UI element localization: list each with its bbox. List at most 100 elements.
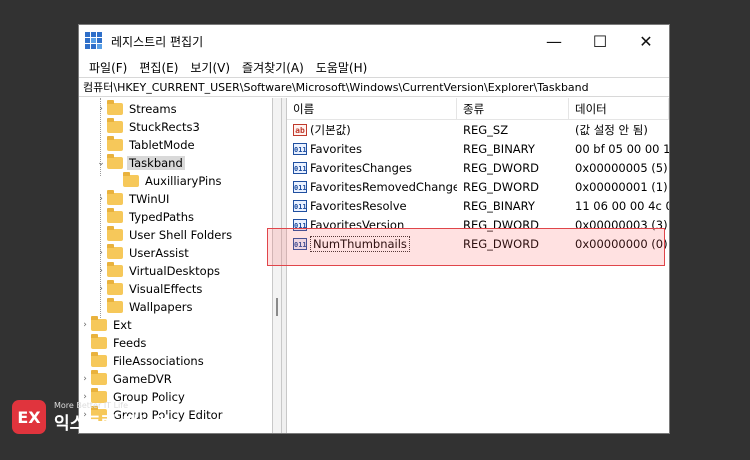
menu-edit[interactable]: 편집(E) — [133, 59, 184, 76]
value-name: FavoritesResolve — [310, 198, 407, 213]
scrollbar-thumb[interactable] — [276, 298, 278, 316]
tree-item-stuckrects3[interactable]: StuckRects3 — [95, 118, 202, 136]
value-name-cell: 011 Favorites — [287, 142, 457, 156]
chevron-right-icon[interactable]: › — [79, 320, 91, 330]
value-data: 00 bf 05 00 00 14 — [575, 141, 669, 156]
tree-item-user-shell-folders[interactable]: User Shell Folders — [95, 226, 234, 244]
folder-icon — [123, 172, 139, 187]
value-row[interactable]: 011 FavoritesChanges REG_DWORD 0x00000005… — [287, 158, 669, 177]
value-name: FavoritesRemovedChanges — [310, 179, 457, 194]
chevron-down-icon[interactable]: ⌄ — [95, 158, 107, 168]
tree-item-wallpapers[interactable]: Wallpapers — [95, 298, 195, 316]
folder-icon — [91, 352, 107, 367]
menu-favorites[interactable]: 즐겨찾기(A) — [236, 59, 310, 76]
tree-item-feeds[interactable]: Feeds — [79, 334, 148, 352]
tree-item-visualeffects[interactable]: › VisualEffects — [95, 280, 204, 298]
value-data: 11 06 00 00 4c 00 — [575, 198, 669, 213]
folder-icon — [107, 190, 123, 205]
value-name: Favorites — [310, 141, 362, 156]
menu-file[interactable]: 파일(F) — [83, 59, 133, 76]
tree-item-label: Taskband — [127, 156, 185, 170]
tree-item-taskband[interactable]: ⌄ Taskband — [95, 154, 185, 172]
binary-value-icon: 011 — [293, 142, 307, 155]
column-header-type[interactable]: 종류 — [457, 98, 569, 119]
folder-icon — [107, 118, 123, 133]
value-type: REG_SZ — [463, 122, 509, 137]
folder-icon — [91, 316, 107, 331]
close-button[interactable]: ✕ — [623, 25, 669, 57]
tree-item-label: VirtualDesktops — [129, 264, 220, 278]
tree-item-streams[interactable]: › Streams — [95, 100, 179, 118]
chevron-right-icon[interactable]: › — [95, 284, 107, 294]
tree-item-label: TabletMode — [129, 138, 195, 152]
tree-item-ext[interactable]: › Ext — [79, 316, 134, 334]
menu-help[interactable]: 도움말(H) — [310, 59, 374, 76]
tree-item-tabletmode[interactable]: TabletMode — [95, 136, 197, 154]
logo-mark: EX — [12, 400, 46, 434]
value-data: 0x00000001 (1) — [575, 179, 668, 194]
value-type: REG_DWORD — [463, 179, 540, 194]
tree-item-label: User Shell Folders — [129, 228, 233, 242]
tree-item-label: VisualEffects — [129, 282, 203, 296]
title-bar: 레지스트리 편집기 — ☐ ✕ — [79, 25, 669, 57]
highlight-box — [267, 228, 665, 266]
menu-bar: 파일(F) 편집(E) 보기(V) 즐겨찾기(A) 도움말(H) — [79, 57, 669, 77]
tree-item-auxilliarypins[interactable]: AuxilliaryPins — [111, 172, 223, 190]
column-header-data[interactable]: 데이터 — [569, 98, 669, 119]
value-type: REG_BINARY — [463, 141, 535, 156]
folder-icon — [107, 136, 123, 151]
value-row[interactable]: ab (기본값) REG_SZ (값 설정 안 됨) — [287, 120, 669, 139]
tree-item-label: Streams — [129, 102, 177, 116]
value-name: (기본값) — [310, 122, 351, 137]
logo-text: More Better IT Life 익스트림 매뉴얼 — [54, 401, 169, 434]
chevron-right-icon[interactable]: › — [79, 374, 91, 384]
tree-item-label: Wallpapers — [129, 300, 193, 314]
folder-icon — [107, 262, 123, 277]
binary-value-icon: 011 — [293, 199, 307, 212]
folder-icon — [107, 208, 123, 223]
folder-icon — [107, 244, 123, 259]
tree-item-twinui[interactable]: › TWinUI — [95, 190, 171, 208]
chevron-right-icon[interactable]: › — [95, 104, 107, 114]
column-header-name[interactable]: 이름 — [287, 98, 457, 119]
value-type: REG_DWORD — [463, 160, 540, 175]
tree-item-label: UserAssist — [129, 246, 189, 260]
tree-item-virtualdesktops[interactable]: › VirtualDesktops — [95, 262, 222, 280]
value-name-cell: 011 FavoritesChanges — [287, 161, 457, 175]
address-path[interactable]: 컴퓨터\HKEY_CURRENT_USER\Software\Microsoft… — [83, 79, 589, 95]
site-logo: EX More Better IT Life 익스트림 매뉴얼 — [12, 400, 169, 434]
list-header: 이름 종류 데이터 — [287, 98, 669, 120]
value-name: FavoritesChanges — [310, 160, 412, 175]
address-bar[interactable]: 컴퓨터\HKEY_CURRENT_USER\Software\Microsoft… — [79, 77, 669, 97]
tree-item-label: AuxilliaryPins — [145, 174, 222, 188]
value-row[interactable]: 011 FavoritesRemovedChanges REG_DWORD 0x0… — [287, 177, 669, 196]
value-name-cell: ab (기본값) — [287, 122, 457, 138]
menu-view[interactable]: 보기(V) — [184, 59, 236, 76]
folder-icon — [91, 334, 107, 349]
binary-value-icon: 011 — [293, 180, 307, 193]
value-data: 0x00000005 (5) — [575, 160, 668, 175]
tree-item-fileassociations[interactable]: FileAssociations — [79, 352, 206, 370]
value-row[interactable]: 011 Favorites REG_BINARY 00 bf 05 00 00 1… — [287, 139, 669, 158]
folder-icon — [107, 226, 123, 241]
logo-name: 익스트림 매뉴얼 — [54, 413, 170, 434]
value-name-cell: 011 FavoritesRemovedChanges — [287, 180, 457, 194]
chevron-right-icon[interactable]: › — [95, 266, 107, 276]
value-type: REG_BINARY — [463, 198, 535, 213]
value-row[interactable]: 011 FavoritesResolve REG_BINARY 11 06 00 … — [287, 196, 669, 215]
tree-item-label: TWinUI — [129, 192, 170, 206]
registry-editor-icon — [85, 32, 103, 50]
tree-item-label: Ext — [113, 318, 132, 332]
folder-icon — [107, 298, 123, 313]
maximize-button[interactable]: ☐ — [577, 25, 623, 57]
tree-item-typedpaths[interactable]: TypedPaths — [95, 208, 196, 226]
minimize-button[interactable]: — — [531, 25, 577, 57]
string-value-icon: ab — [293, 123, 307, 136]
chevron-right-icon[interactable]: › — [95, 248, 107, 258]
folder-icon — [107, 100, 123, 115]
tree-item-label: TypedPaths — [129, 210, 194, 224]
tree-item-userassist[interactable]: › UserAssist — [95, 244, 191, 262]
tree-item-label: Feeds — [113, 336, 147, 350]
tree-item-gamedvr[interactable]: › GameDVR — [79, 370, 174, 388]
chevron-right-icon[interactable]: › — [95, 194, 107, 204]
